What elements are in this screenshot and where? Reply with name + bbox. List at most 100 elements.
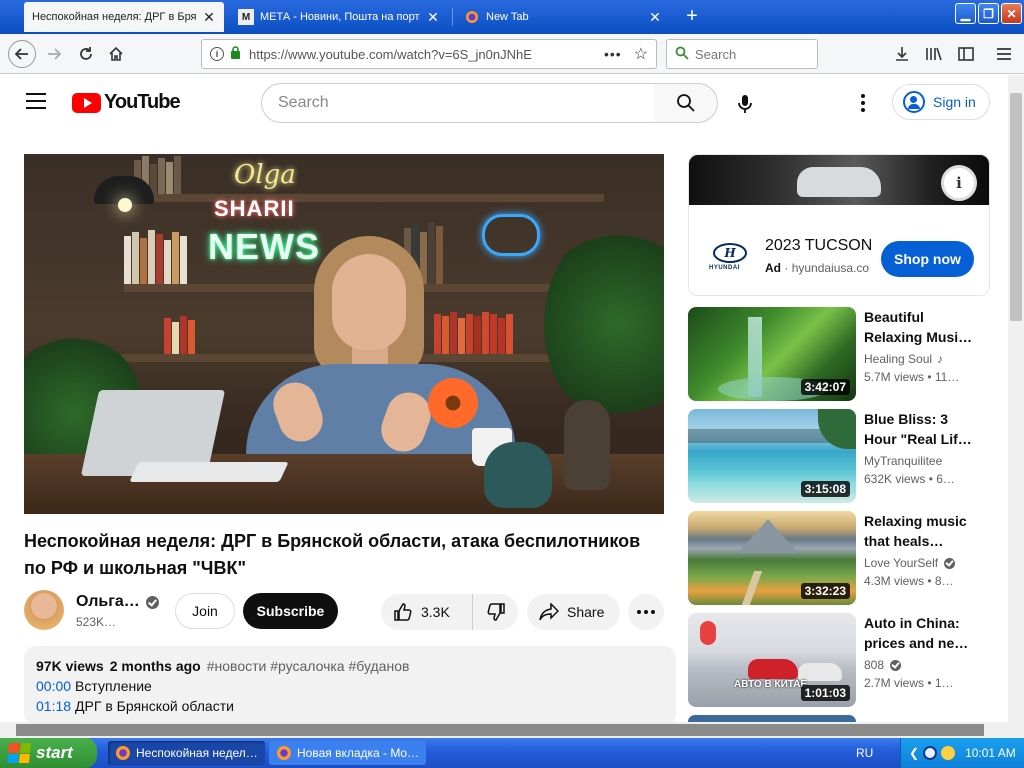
taskbar-item-youtube-window[interactable]: Неспокойная недел… [108, 741, 265, 765]
recommended-video[interactable]: 3:15:08 Blue Bliss: 3 Hour "Real Lif… My… [688, 409, 990, 505]
reload-icon[interactable] [74, 42, 98, 66]
video-title[interactable]: Blue Bliss: 3 Hour "Real Lif… [864, 409, 976, 449]
chapter-timestamp[interactable]: 00:00 [36, 678, 71, 694]
tab-meta-portal[interactable]: M МЕТА - Новини, Пошта на порталі ✕ [230, 2, 448, 32]
palm-tree [818, 409, 856, 449]
language-indicator[interactable]: RU [856, 746, 873, 760]
thumbnail-caption: АВТО В КИТАЕ [734, 679, 808, 690]
subscribe-button[interactable]: Subscribe [243, 593, 338, 629]
firefox-icon [277, 746, 291, 760]
like-dislike-group: 3.3K [381, 594, 518, 630]
start-button[interactable]: start [0, 738, 97, 768]
horizontal-scrollbar-thumb[interactable] [16, 724, 984, 736]
taskbar-item-new-tab-window[interactable]: Новая вкладка - Mo… [269, 741, 426, 765]
bookmark-star-icon[interactable]: ☆ [634, 44, 648, 64]
youtube-search-button[interactable] [654, 83, 718, 123]
channel-name-link[interactable]: Healing Soul ♪ [864, 352, 943, 366]
video-thumbnail[interactable]: АВТО В КИТАЕ 1:01:03 [688, 613, 856, 707]
guide-menu-icon[interactable] [26, 93, 46, 109]
join-button[interactable]: Join [175, 593, 235, 629]
youtube-wordmark: YouTube [104, 91, 181, 113]
video-title[interactable]: Auto in China: prices and ne… [864, 613, 976, 653]
sign-in-button[interactable]: Sign in [892, 84, 990, 120]
red-car [748, 659, 798, 679]
ad-title[interactable]: 2023 TUCSON [765, 237, 872, 255]
recommended-video[interactable]: АВТО В КИТАЕ 1:01:03 Auto in China: pric… [688, 613, 990, 709]
info-icon[interactable]: i [210, 47, 224, 61]
dislike-button[interactable] [473, 602, 518, 622]
account-icon [903, 91, 925, 113]
teal-vase [484, 442, 552, 508]
library-icon[interactable] [922, 42, 946, 66]
downloads-icon[interactable] [890, 42, 914, 66]
minimize-window-button[interactable]: ▁ [955, 3, 976, 24]
video-title[interactable]: Beautiful Relaxing Musi… [864, 307, 976, 347]
vertical-scrollbar[interactable] [1008, 75, 1024, 738]
owl-figurine [564, 400, 610, 490]
tab-close-icon[interactable]: ✕ [426, 9, 440, 26]
youtube-play-logo-icon [72, 92, 101, 113]
tab-close-icon[interactable]: ✕ [202, 9, 216, 26]
video-duration: 1:01:03 [800, 685, 850, 701]
tray-expand-icon[interactable]: ❮ [909, 746, 919, 760]
ad-card[interactable]: i H HYUNDAI 2023 TUCSON Ad · hyundaiusa.… [688, 154, 990, 296]
home-icon[interactable] [104, 42, 128, 66]
browser-tab-strip: Неспокойная неделя: ДРГ в Брянской ✕ M М… [0, 0, 1024, 34]
video-duration: 3:42:07 [800, 379, 850, 395]
tab-youtube-video[interactable]: Неспокойная неделя: ДРГ в Брянской ✕ [24, 2, 224, 32]
more-actions-icon[interactable] [628, 594, 664, 630]
menu-icon[interactable] [992, 42, 1016, 66]
forward-arrow-icon[interactable] [42, 42, 66, 66]
tab-close-icon[interactable]: ✕ [648, 9, 662, 26]
description-box[interactable]: 97K views 2 months ago #новости #русалоч… [24, 646, 676, 726]
back-arrow-icon[interactable] [8, 40, 36, 68]
hashtags[interactable]: #новости #русалочка #буданов [207, 658, 410, 674]
shop-now-button[interactable]: Shop now [881, 241, 974, 277]
video-title[interactable]: Relaxing music that heals… [864, 511, 976, 551]
tab-title: МЕТА - Новини, Пошта на порталі [260, 11, 420, 23]
next-recommended-thumbnail-partial[interactable] [688, 715, 856, 722]
video-thumbnail[interactable]: 3:32:23 [688, 511, 856, 605]
settings-kebab-icon[interactable] [853, 89, 873, 117]
video-meta: 5.7M views • 11… [864, 370, 960, 384]
channel-name-link[interactable]: MyTranquilitee [864, 454, 942, 468]
horizontal-scrollbar[interactable] [0, 722, 1008, 738]
video-player[interactable]: Olga SHARII NEWS [24, 154, 664, 514]
youtube-search-input[interactable]: Search [261, 83, 655, 123]
video-meta: 632K views • 6… [864, 472, 955, 486]
url-text[interactable]: https://www.youtube.com/watch?v=6S_jn0nJ… [249, 47, 604, 62]
channel-avatar[interactable] [24, 590, 64, 630]
recommended-video[interactable]: 3:32:23 Relaxing music that heals… Love … [688, 511, 990, 607]
browser-navbar: i https://www.youtube.com/watch?v=6S_jn0… [0, 34, 1024, 74]
video-thumbnail[interactable]: 3:15:08 [688, 409, 856, 503]
restore-window-button[interactable]: ❐ [978, 3, 999, 24]
page-actions-icon[interactable]: ••• [604, 46, 622, 62]
sidebar-icon[interactable] [954, 42, 978, 66]
close-window-button[interactable]: ✕ [1001, 3, 1022, 24]
car-image [797, 167, 881, 197]
vertical-scrollbar-thumb[interactable] [1010, 93, 1022, 321]
channel-name-link[interactable]: 808 [864, 658, 902, 672]
lock-icon[interactable] [230, 46, 241, 62]
video-thumbnail[interactable]: 3:42:07 [688, 307, 856, 401]
chapter-timestamp[interactable]: 01:18 [36, 698, 71, 714]
voice-search-mic-icon[interactable] [730, 89, 760, 119]
share-button[interactable]: Share [527, 594, 620, 630]
share-label: Share [567, 604, 605, 620]
post-date: 2 months ago [109, 658, 201, 674]
recommended-video[interactable]: 3:42:07 Beautiful Relaxing Musi… Healing… [688, 307, 990, 403]
ad-info-icon[interactable]: i [941, 165, 977, 201]
new-tab-button[interactable]: + [680, 4, 704, 28]
address-bar[interactable]: i https://www.youtube.com/watch?v=6S_jn0… [201, 39, 657, 69]
youtube-logo[interactable]: YouTube [72, 91, 181, 114]
tab-new-tab[interactable]: New Tab ✕ [456, 2, 670, 32]
hyundai-logo-icon: H [713, 243, 747, 263]
tray-app-icon[interactable] [923, 746, 938, 760]
channel-name-link[interactable]: Love YourSelf [864, 556, 956, 570]
music-note-icon: ♪ [937, 352, 944, 366]
tray-security-icon[interactable] [941, 746, 956, 760]
channel-name-link[interactable]: Ольга… [76, 593, 159, 611]
gerbera-flower [428, 378, 478, 428]
like-button[interactable]: 3.3K [381, 594, 473, 630]
browser-search-box[interactable]: Search [666, 39, 818, 69]
